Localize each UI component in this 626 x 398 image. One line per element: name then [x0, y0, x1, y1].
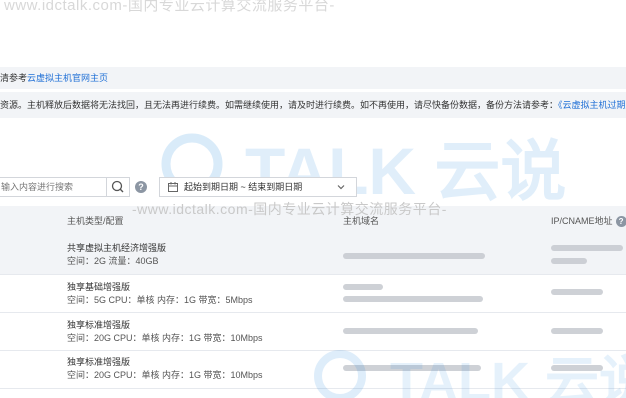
ip-help-icon[interactable]: ? — [615, 216, 626, 228]
reference-line: 清参考云虚拟主机官网主页 — [0, 67, 626, 89]
watermark-middle: -www.idctalk.com-国内专业云计算交流服务平台- — [132, 201, 447, 217]
search-button[interactable] — [106, 177, 130, 197]
host-type-cell: 独享标准增强版 空间：20G CPU：单核 内存：1G 带宽：10Mbps — [67, 356, 263, 382]
host-config: 空间：20G CPU：单核 内存：1G 带宽：10Mbps — [67, 370, 263, 380]
ip-redacted — [551, 245, 623, 251]
homepage-link[interactable]: 云虚拟主机官网主页 — [27, 73, 108, 83]
ip-redacted — [551, 328, 603, 334]
reference-prefix: 清参考 — [0, 73, 28, 83]
domain-redacted[interactable] — [343, 284, 383, 290]
calendar-icon — [168, 182, 178, 192]
logo-talk-text-bottom: TALK 云说 — [390, 352, 626, 398]
host-type-cell: 共享虚拟主机经济增强版 空间：2G 流量：40GB — [67, 242, 166, 268]
table-row[interactable]: 共享虚拟主机经济增强版 空间：2G 流量：40GB — [0, 237, 626, 275]
header-host-type: 主机类型/配置 — [67, 216, 124, 226]
backup-guide-link[interactable]: 《云虚拟主机过期后备份》 — [558, 100, 626, 110]
host-type-cell: 独享标准增强版 空间：20G CPU：单核 内存：1G 带宽：10Mbps — [67, 319, 263, 345]
date-range-label: 起始到期日期 ~ 结束到期日期 — [184, 182, 303, 192]
host-config: 空间：20G CPU：单核 内存：1G 带宽：10Mbps — [67, 333, 263, 343]
host-type: 共享虚拟主机经济增强版 — [67, 243, 167, 253]
host-type: 独享标准增强版 — [67, 357, 131, 367]
search-icon — [111, 180, 124, 193]
date-range-picker[interactable]: 起始到期日期 ~ 结束到期日期 — [159, 177, 357, 197]
host-type: 独享基础增强版 — [67, 282, 131, 292]
host-config: 空间：5G CPU：单核 内存：1G 带宽：5Mbps — [67, 295, 253, 305]
host-config: 空间：2G 流量：40GB — [67, 256, 159, 266]
watermark-top: www.idctalk.com-国内专业云计算交流服务平台- — [4, 0, 335, 14]
domain-redacted[interactable] — [343, 328, 478, 334]
ip-redacted — [551, 258, 587, 264]
header-ip-label: IP/CNAME地址 — [551, 216, 613, 226]
header-ip: IP/CNAME地址? — [551, 206, 626, 237]
host-type-cell: 独享基础增强版 空间：5G CPU：单核 内存：1G 带宽：5Mbps — [67, 281, 253, 307]
search-input[interactable]: 输入内容进行搜索 — [0, 177, 106, 197]
talk-logo-watermark-bottom: TALK 云说 — [314, 350, 626, 398]
top-area: www.idctalk.com-国内专业云计算交流服务平台- — [0, 0, 626, 64]
domain-redacted[interactable] — [343, 296, 483, 302]
notice-text: 资源。主机释放后数据将无法找回，且无法再进行续费。如需继续使用，请及时进行续费。… — [0, 100, 559, 110]
help-icon[interactable]: ? — [135, 181, 147, 193]
host-type: 独享标准增强版 — [67, 320, 131, 330]
ip-redacted — [551, 289, 603, 295]
table-row[interactable]: 独享基础增强版 空间：5G CPU：单核 内存：1G 带宽：5Mbps — [0, 275, 626, 313]
chevron-down-icon — [337, 185, 345, 190]
expiry-notice: 资源。主机释放后数据将无法找回，且无法再进行续费。如需继续使用，请及时进行续费。… — [0, 92, 626, 118]
domain-redacted[interactable] — [343, 253, 485, 259]
